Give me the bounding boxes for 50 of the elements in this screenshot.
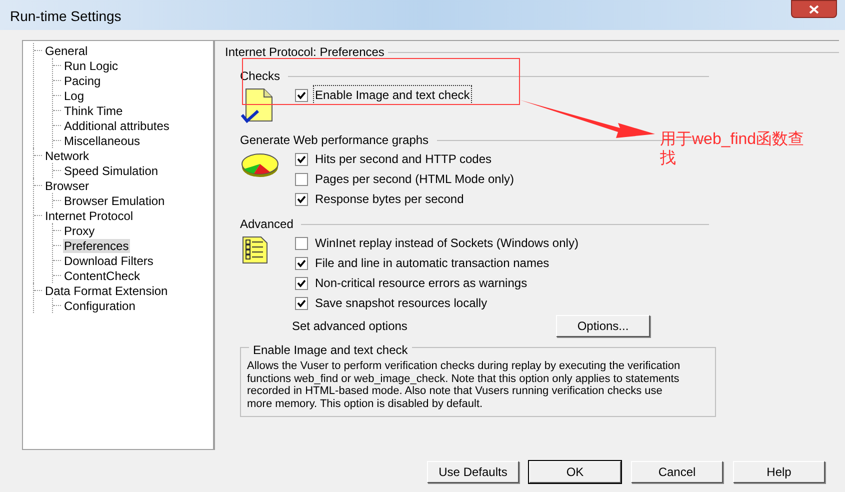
close-icon: [809, 4, 819, 14]
tree-item[interactable]: Speed Simulation: [63, 164, 160, 178]
tree-item[interactable]: Internet Protocol: [44, 208, 134, 222]
checkbox[interactable]: [295, 172, 308, 186]
checkbox-label: Pages per second (HTML Mode only): [314, 171, 515, 188]
tree-item[interactable]: Data Format Extension: [44, 284, 169, 298]
close-button[interactable]: [791, 0, 837, 18]
checkbox-label: File and line in automatic transaction names: [314, 255, 550, 272]
dialog-button[interactable]: Cancel: [631, 461, 723, 483]
dialog-button[interactable]: OK: [529, 461, 621, 483]
checkbox-label: WinInet replay instead of Sockets (Windows only): [314, 235, 580, 252]
dialog-button[interactable]: Help: [733, 461, 825, 483]
tree-item[interactable]: Browser: [44, 178, 90, 192]
checkbox-label: Hits per second and HTTP codes: [314, 151, 493, 168]
description-title: Enable Image and text check: [249, 343, 412, 357]
checkbox[interactable]: [295, 88, 308, 102]
tree-item[interactable]: Proxy: [63, 224, 96, 238]
panel-title: Internet Protocol: Preferences: [225, 44, 384, 61]
checkbox[interactable]: [295, 296, 308, 310]
tree-item[interactable]: Network: [44, 148, 90, 162]
tree-item[interactable]: Additional attributes: [63, 118, 170, 132]
checkbox[interactable]: [295, 276, 308, 290]
tree-item[interactable]: Miscellaneous: [63, 134, 142, 148]
checkbox-label: Save snapshot resources locally: [314, 295, 488, 312]
tree-item[interactable]: Configuration: [63, 298, 136, 312]
section-title: Generate Web performance graphs: [240, 132, 429, 149]
tree-item[interactable]: Log: [63, 88, 86, 102]
checkbox-label: Enable Image and text check: [314, 86, 471, 104]
section-title: Advanced: [240, 216, 294, 233]
checkbox-label: Non-critical resource errors as warnings: [314, 275, 528, 292]
window-title: Run-time Settings: [10, 7, 122, 26]
checkbox[interactable]: [295, 152, 308, 166]
tree-item[interactable]: Pacing: [63, 74, 102, 88]
tree-item[interactable]: General: [44, 44, 89, 58]
annotation-text: 用于web_find函数查找: [660, 130, 806, 168]
tree-item[interactable]: Think Time: [63, 104, 124, 118]
tree-item[interactable]: Browser Emulation: [63, 194, 166, 208]
options-button[interactable]: Options...: [556, 315, 650, 337]
checkbox-label: Response bytes per second: [314, 191, 465, 208]
tree-item[interactable]: Preferences: [63, 238, 130, 252]
tree-item[interactable]: Run Logic: [63, 58, 120, 72]
checkbox[interactable]: [295, 236, 308, 250]
tree-item[interactable]: Download Filters: [63, 254, 154, 268]
description-text: Allows the Vuser to perform verification checks during replay by executing the verification functions web_find or web_image_check. Note that this option only applies to statements recorded in HTML-based mode. Also note that Vusers running verification checks use more memory. This option is disabled by default.: [247, 360, 682, 410]
checkbox[interactable]: [295, 192, 308, 206]
advanced-options-label: Set advanced options: [292, 318, 408, 335]
checkbox[interactable]: [295, 256, 308, 270]
checklist-icon: [240, 235, 270, 265]
tree-item[interactable]: ContentCheck: [63, 268, 142, 282]
dialog-button[interactable]: Use Defaults: [427, 461, 519, 483]
